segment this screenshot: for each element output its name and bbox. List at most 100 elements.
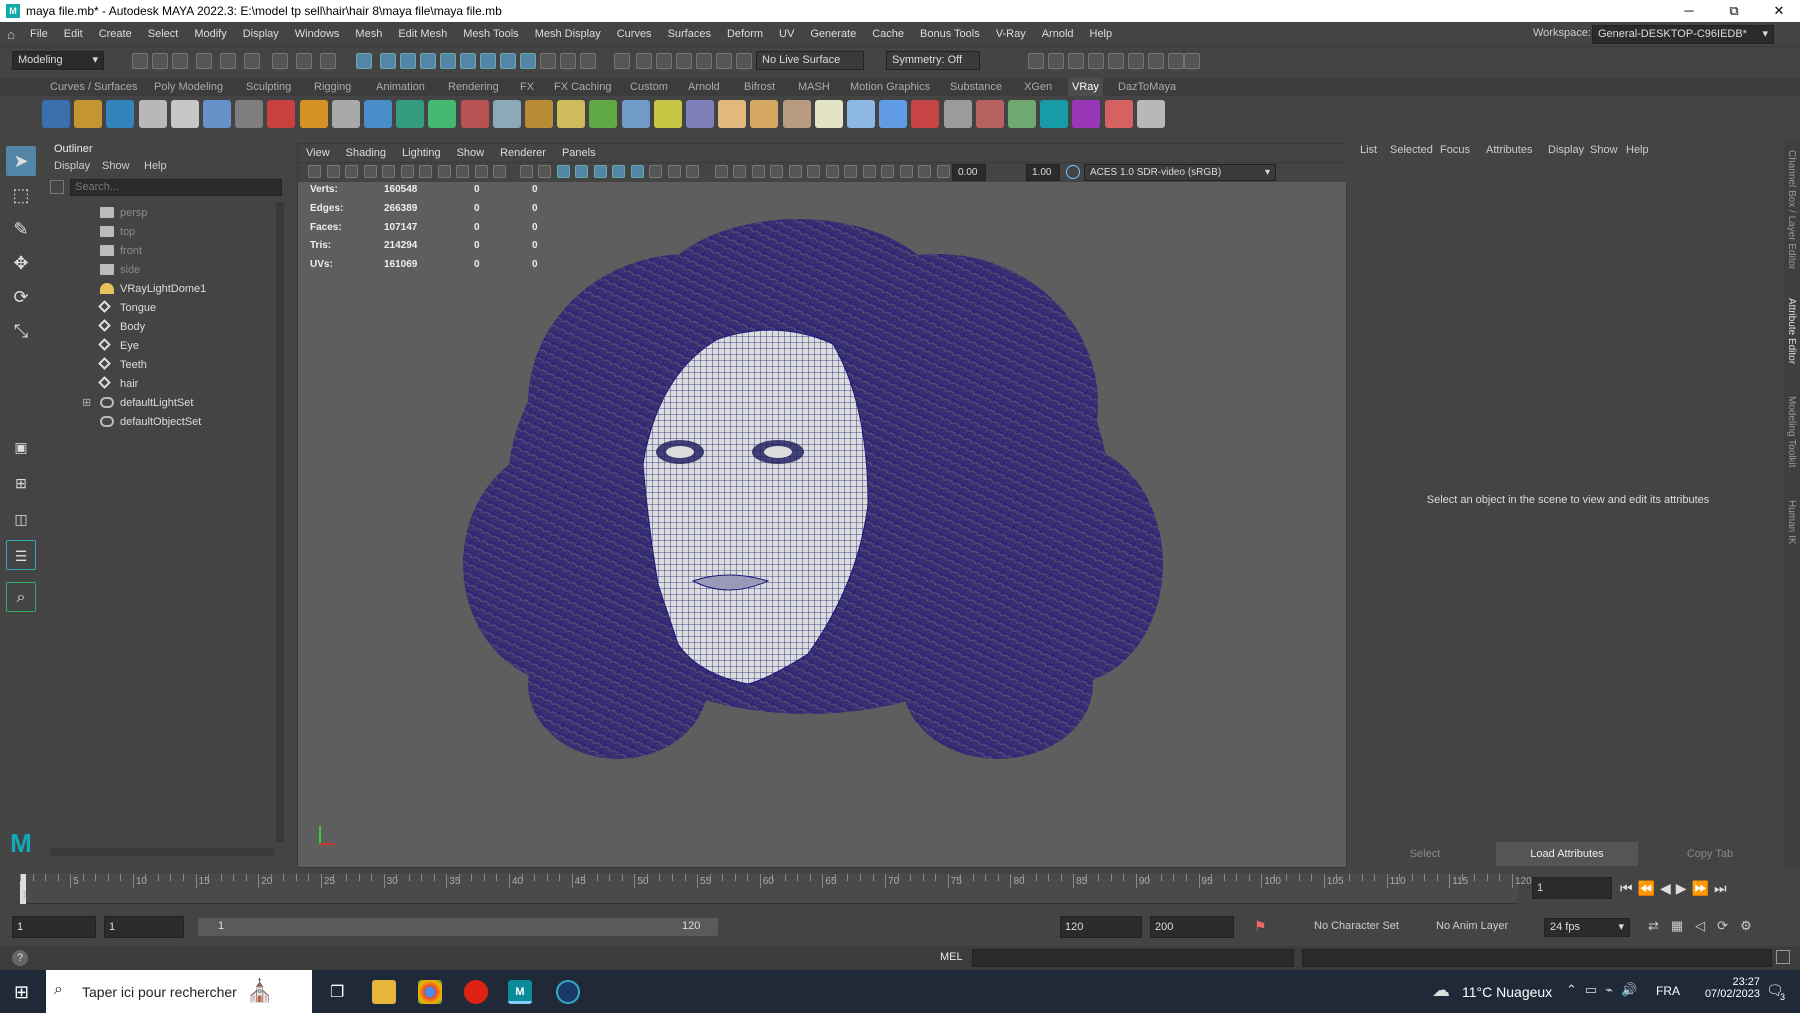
menu-file[interactable]: File [22, 22, 56, 46]
outliner-item-eye[interactable]: Eye [98, 337, 139, 355]
viewport-panel[interactable]: View Shading Lighting Show Renderer Panels 0.… [297, 143, 1348, 868]
character-set-select[interactable]: No Character Set [1314, 920, 1399, 932]
system-tray-icons[interactable]: ⌃▭⌁🔊 [1566, 982, 1645, 998]
shelf-tool-icon[interactable] [267, 100, 296, 128]
status-tool-icon[interactable] [132, 53, 148, 69]
shelf-tab-vray[interactable]: VRay [1068, 78, 1103, 96]
menu-v-ray[interactable]: V-Ray [988, 22, 1034, 46]
scene-start-field[interactable]: 1 [12, 916, 96, 938]
side-tab-modeling-toolkit[interactable]: Modeling Toolkit [1786, 396, 1797, 468]
status-tool-icon[interactable] [540, 53, 556, 69]
shelf-tab-bifrost[interactable]: Bifrost [740, 78, 779, 96]
outliner-filter-icon[interactable] [50, 180, 64, 194]
rotate-tool-icon[interactable]: ⟳ [6, 282, 36, 312]
file-explorer-icon[interactable] [372, 980, 396, 1004]
shelf-tab-mash[interactable]: MASH [794, 78, 834, 96]
fps-select[interactable]: 24 fps ▾ [1544, 918, 1630, 937]
outliner-item-persp[interactable]: persp [100, 204, 148, 222]
range-slider[interactable]: 1 120 [198, 918, 718, 936]
status-tool-icon[interactable] [736, 53, 752, 69]
playback-start-field[interactable]: 1 [104, 916, 184, 938]
shelf-tool-icon[interactable] [428, 100, 457, 128]
outliner-item-defaultlightset[interactable]: defaultLightSet ⊞ [82, 394, 193, 412]
status-tool-icon[interactable] [440, 53, 456, 69]
status-tool-icon[interactable] [172, 53, 188, 69]
attr-menu-display[interactable]: Display [1548, 144, 1584, 156]
shelf-tool-icon[interactable] [782, 100, 811, 128]
status-tool-icon[interactable] [1148, 53, 1164, 69]
shelf-tool-icon[interactable] [460, 100, 489, 128]
menu-help[interactable]: Help [1082, 22, 1121, 46]
menu-edit[interactable]: Edit [56, 22, 91, 46]
menu-deform[interactable]: Deform [719, 22, 771, 46]
shelf-tool-icon[interactable] [364, 100, 392, 128]
attr-menu-attributes[interactable]: Attributes [1486, 144, 1532, 156]
side-tab-channel-box[interactable]: Channel Box / Layer Editor [1786, 150, 1797, 270]
status-tool-icon[interactable] [296, 53, 312, 69]
status-tool-icon[interactable] [696, 53, 712, 69]
shelf-tool-icon[interactable] [1072, 100, 1101, 128]
status-tool-icon[interactable] [676, 53, 692, 69]
minimize-button[interactable]: ─ [1666, 0, 1712, 22]
outliner-menu-display[interactable]: Display [54, 160, 90, 172]
workspace-select[interactable]: General-DESKTOP-C96IEDB* ▾ [1592, 25, 1774, 44]
shelf-tab-rendering[interactable]: Rendering [444, 78, 503, 96]
shelf-tab-custom[interactable]: Custom [626, 78, 672, 96]
task-view-icon[interactable]: ❐ [330, 982, 344, 1002]
shelf-tab-substance[interactable]: Substance [946, 78, 1006, 96]
outliner-item-front[interactable]: front [100, 242, 142, 260]
shelf-tool-icon[interactable] [814, 100, 843, 128]
search-icon[interactable]: ⌕ [6, 582, 36, 612]
select-button[interactable]: Select [1356, 842, 1494, 866]
outliner-layout-icon[interactable]: ☰ [6, 540, 36, 570]
menu-display[interactable]: Display [235, 22, 287, 46]
shelf-tool-icon[interactable] [879, 100, 908, 128]
timeline-track[interactable]: 1 5 10 15 20 25 30 35 40 45 50 55 60 65 70 75 80 85 90 95 1… [20, 874, 1532, 904]
status-tool-icon[interactable] [196, 53, 212, 69]
status-tool-icon[interactable] [400, 53, 416, 69]
shelf-tab-rigging[interactable]: Rigging [310, 78, 355, 96]
taskbar-search[interactable]: ⌕ Taper ici pour rechercher ⛪ [46, 970, 312, 1013]
symmetry-field[interactable]: Symmetry: Off [886, 51, 980, 70]
outliner-item-tongue[interactable]: Tongue [98, 299, 156, 317]
outliner-search-input[interactable]: Search... [70, 179, 282, 196]
expand-icon[interactable]: ⊞ [82, 394, 91, 412]
outliner-item-teeth[interactable]: Teeth [98, 356, 147, 374]
shelf-tab-fx-caching[interactable]: FX Caching [550, 78, 615, 96]
copy-tab-button[interactable]: Copy Tab [1640, 842, 1780, 866]
shelf-tool-icon[interactable] [170, 100, 199, 128]
menuset-select[interactable]: Modeling ▾ [12, 51, 104, 70]
status-tool-icon[interactable] [716, 53, 732, 69]
side-tab-attribute-editor[interactable]: Attribute Editor [1786, 298, 1797, 364]
help-icon[interactable]: ? [12, 950, 28, 966]
shelf-tab-poly-modeling[interactable]: Poly Modeling [150, 78, 227, 96]
menu-mesh-tools[interactable]: Mesh Tools [455, 22, 526, 46]
live-surface-field[interactable]: No Live Surface [756, 51, 864, 70]
shelf-tool-icon[interactable] [331, 100, 360, 128]
outliner-item-hair[interactable]: hair [98, 375, 138, 393]
status-tool-icon[interactable] [580, 53, 596, 69]
shelf-tool-icon[interactable] [299, 100, 328, 128]
shelf-tool-icon[interactable] [1040, 100, 1069, 128]
menu-arnold[interactable]: Arnold [1034, 22, 1082, 46]
side-tab-human-ik[interactable]: Human IK [1786, 500, 1797, 544]
auto-key-icon[interactable]: ⚑ [1254, 918, 1267, 935]
anim-layer-select[interactable]: No Anim Layer [1436, 920, 1508, 932]
status-tool-icon[interactable] [1088, 53, 1104, 69]
scene-end-field[interactable]: 200 [1150, 916, 1234, 938]
shelf-tool-icon[interactable] [653, 100, 682, 128]
menu-create[interactable]: Create [91, 22, 140, 46]
menu-curves[interactable]: Curves [609, 22, 660, 46]
status-tool-icon[interactable] [320, 53, 336, 69]
status-tool-icon[interactable] [272, 53, 288, 69]
shelf-tool-icon[interactable] [42, 100, 70, 128]
menu-generate[interactable]: Generate [802, 22, 864, 46]
status-tool-icon[interactable] [244, 53, 260, 69]
shelf-tool-icon[interactable] [235, 100, 264, 128]
shelf-tool-icon[interactable] [1104, 100, 1133, 128]
menu-mesh[interactable]: Mesh [347, 22, 390, 46]
status-tool-icon[interactable] [220, 53, 236, 69]
menu-surfaces[interactable]: Surfaces [660, 22, 719, 46]
attr-menu-help[interactable]: Help [1626, 144, 1649, 156]
shelf-tool-icon[interactable] [589, 100, 618, 128]
